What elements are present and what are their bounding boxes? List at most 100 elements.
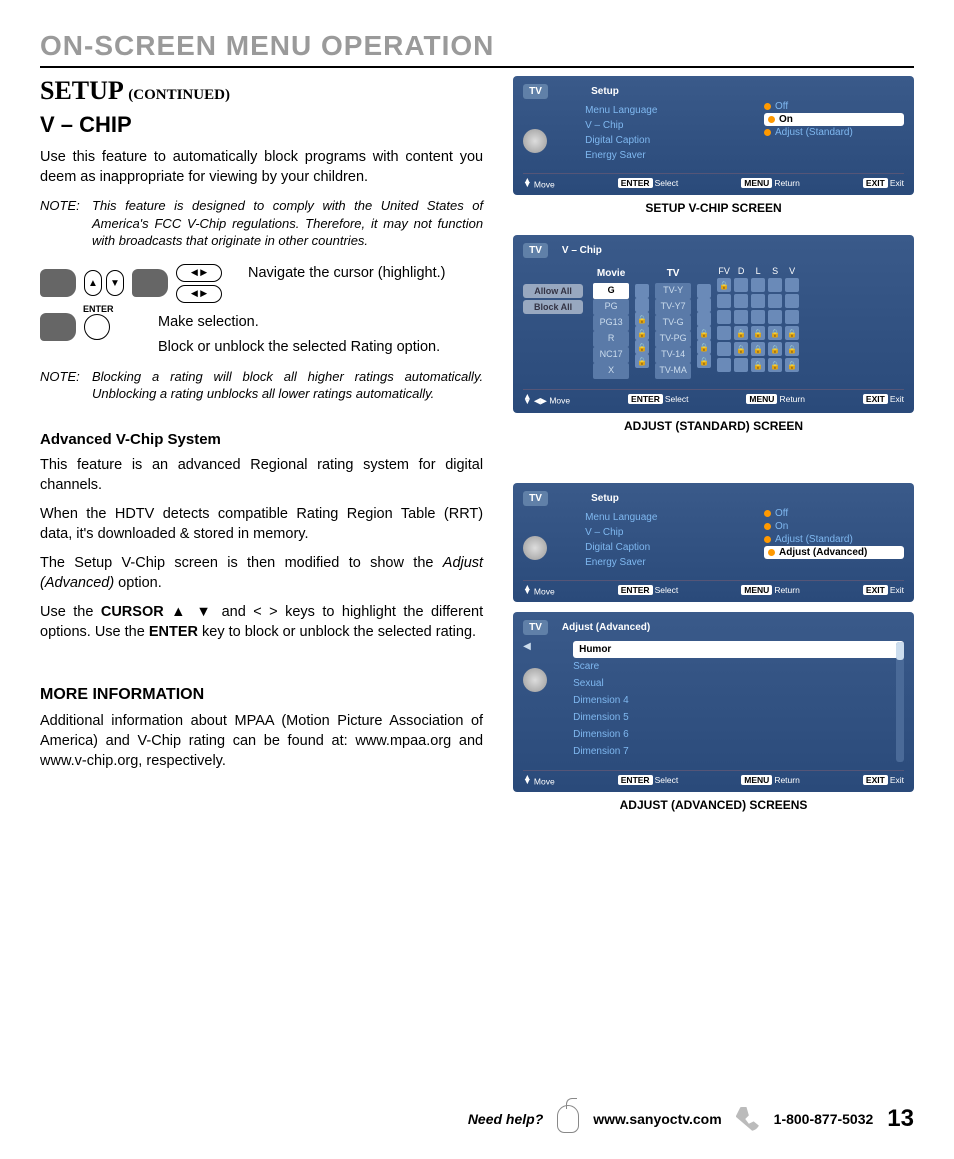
dimension-item[interactable]: Dimension 4 [573, 692, 904, 709]
lock-icon[interactable] [697, 312, 711, 326]
rating-cell[interactable]: TV-14 [655, 347, 691, 363]
foot-select: Select [655, 585, 679, 595]
lock-icon[interactable] [785, 294, 799, 308]
scrollbar-thumb[interactable] [896, 642, 904, 660]
lock-icon[interactable]: 🔒 [751, 342, 765, 356]
left-right-key-icon: ◀ ▶ [176, 285, 222, 303]
screen2-caption: ADJUST (STANDARD) SCREEN [513, 419, 914, 433]
lock-icon[interactable]: 🔒 [734, 342, 748, 356]
lock-icon[interactable] [635, 298, 649, 312]
lock-icon[interactable] [697, 284, 711, 298]
lock-icon[interactable] [734, 294, 748, 308]
lock-icon[interactable] [785, 278, 799, 292]
menu-option[interactable]: Adjust (Advanced) [764, 546, 904, 559]
note-1: NOTE: This feature is designed to comply… [40, 197, 483, 250]
lock-icon[interactable] [717, 310, 731, 324]
lock-icon[interactable] [635, 284, 649, 298]
lock-icon[interactable]: 🔒 [635, 312, 649, 326]
dimension-item[interactable]: Dimension 7 [573, 743, 904, 760]
lock-icon[interactable] [768, 294, 782, 308]
dimension-item[interactable]: Scare [573, 658, 904, 675]
lock-icon[interactable]: 🔒 [697, 354, 711, 368]
lock-icon[interactable]: 🔒 [768, 326, 782, 340]
lock-icon[interactable] [751, 278, 765, 292]
menu-item[interactable]: Menu Language [585, 510, 754, 525]
lock-icon[interactable] [717, 358, 731, 372]
menu-item[interactable]: Menu Language [585, 103, 754, 118]
lock-icon[interactable]: 🔒 [785, 358, 799, 372]
rating-cell[interactable]: R [593, 331, 629, 347]
page-header: ON-SCREEN MENU OPERATION [40, 30, 914, 68]
tv-tab: TV [523, 84, 548, 99]
lock-icon[interactable]: 🔒 [635, 340, 649, 354]
menu-option[interactable]: Adjust (Standard) [764, 126, 904, 139]
radio-icon [764, 510, 771, 517]
menu-option[interactable]: Adjust (Standard) [764, 533, 904, 546]
menu-item[interactable]: V – Chip [585, 525, 754, 540]
block-all-button[interactable]: Block All [523, 300, 583, 314]
adjust-advanced-tab: Adjust (Advanced) [556, 620, 656, 635]
lock-icon[interactable] [717, 326, 731, 340]
sub-rating-row: 🔒🔒🔒🔒 [717, 342, 904, 356]
menu-item[interactable]: V – Chip [585, 118, 754, 133]
rating-cell[interactable]: G [593, 283, 629, 299]
note-2: NOTE: Blocking a rating will block all h… [40, 368, 483, 403]
lock-icon[interactable] [751, 294, 765, 308]
lock-icon[interactable] [768, 278, 782, 292]
adv-p4-a: Use the [40, 604, 101, 620]
rating-cell[interactable]: NC17 [593, 347, 629, 363]
lock-icon[interactable] [734, 358, 748, 372]
rating-cell[interactable]: X [593, 363, 629, 379]
rating-cell[interactable]: TV-G [655, 315, 691, 331]
enter-key-icon-group: ENTER [40, 313, 140, 341]
lock-icon[interactable] [785, 310, 799, 324]
rating-cell[interactable]: TV-PG [655, 331, 691, 347]
tv-tab: TV [523, 491, 548, 506]
lock-icon[interactable]: 🔒 [785, 326, 799, 340]
phone-icon [736, 1107, 760, 1131]
menu-item[interactable]: Energy Saver [585, 148, 754, 163]
rating-cell[interactable]: PG13 [593, 315, 629, 331]
menu-option[interactable]: Off [764, 100, 904, 113]
menu-option[interactable]: Off [764, 507, 904, 520]
lock-icon[interactable]: 🔒 [768, 342, 782, 356]
lock-icon[interactable] [717, 294, 731, 308]
lock-icon[interactable]: 🔒 [734, 326, 748, 340]
rating-cell[interactable]: PG [593, 299, 629, 315]
foot-return: Return [774, 585, 800, 595]
dimension-item[interactable]: Dimension 6 [573, 726, 904, 743]
rating-cell[interactable]: TV-Y [655, 283, 691, 299]
rating-cell[interactable]: TV-Y7 [655, 299, 691, 315]
lock-icon[interactable]: 🔒 [751, 326, 765, 340]
lock-icon[interactable] [717, 342, 731, 356]
lock-icon[interactable] [697, 298, 711, 312]
lock-icon[interactable] [751, 310, 765, 324]
lock-icon[interactable]: 🔒 [697, 340, 711, 354]
lock-icon[interactable]: 🔒 [697, 326, 711, 340]
adjust-standard-screen: TV V – Chip Allow All Block All Movie GP… [513, 235, 914, 412]
lock-icon[interactable] [768, 310, 782, 324]
foot-enter-badge: ENTER [618, 178, 653, 188]
dimension-item[interactable]: Sexual [573, 675, 904, 692]
menu-item[interactable]: Energy Saver [585, 555, 754, 570]
page-number: 13 [887, 1105, 914, 1133]
menu-item[interactable]: Digital Caption [585, 133, 754, 148]
sub-rating-row [717, 294, 904, 308]
scrollbar[interactable] [896, 642, 904, 762]
menu-option[interactable]: On [764, 113, 904, 126]
lock-icon[interactable]: 🔒 [717, 278, 731, 292]
lock-icon[interactable]: 🔒 [635, 326, 649, 340]
menu-item[interactable]: Digital Caption [585, 540, 754, 555]
lock-icon[interactable]: 🔒 [785, 342, 799, 356]
lock-icon[interactable] [734, 278, 748, 292]
dimension-item[interactable]: Humor [573, 641, 904, 658]
lock-icon[interactable]: 🔒 [751, 358, 765, 372]
lock-icon[interactable] [734, 310, 748, 324]
lock-icon[interactable]: 🔒 [768, 358, 782, 372]
allow-all-button[interactable]: Allow All [523, 284, 583, 298]
radio-icon [764, 536, 771, 543]
menu-option[interactable]: On [764, 520, 904, 533]
dimension-item[interactable]: Dimension 5 [573, 709, 904, 726]
rating-cell[interactable]: TV-MA [655, 363, 691, 379]
lock-icon[interactable]: 🔒 [635, 354, 649, 368]
